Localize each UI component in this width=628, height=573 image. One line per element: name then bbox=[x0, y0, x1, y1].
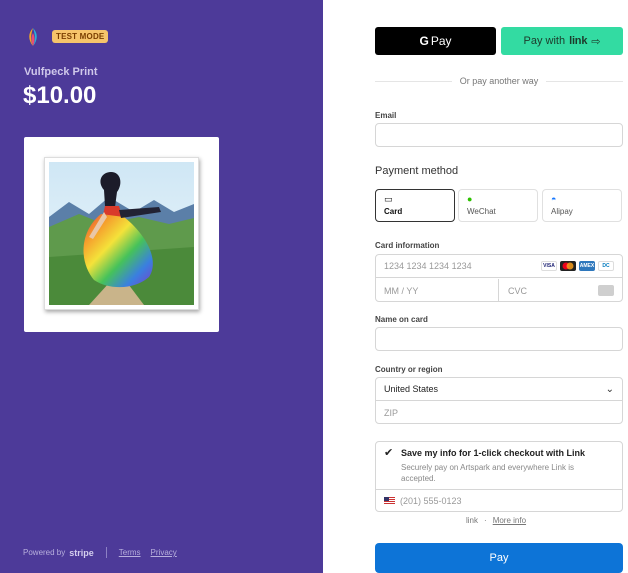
footer-divider bbox=[105, 547, 107, 558]
link-info: link · More info bbox=[466, 516, 526, 525]
product-image bbox=[44, 157, 199, 310]
card-info-label: Card information bbox=[375, 241, 440, 250]
link-logo: link bbox=[466, 516, 479, 525]
link-pay-label: Pay with bbox=[523, 35, 566, 47]
zip-input[interactable]: ZIP bbox=[376, 402, 622, 424]
google-pay-label: Pay bbox=[430, 34, 452, 48]
payment-method-label: Card bbox=[384, 207, 403, 216]
name-on-card-label: Name on card bbox=[375, 315, 428, 324]
payment-method-label: WeChat bbox=[467, 207, 496, 216]
link-brand: link bbox=[569, 35, 588, 47]
card-icon: ▭ bbox=[384, 194, 393, 204]
email-label: Email bbox=[375, 111, 397, 120]
stripe-logo: stripe bbox=[69, 547, 94, 558]
expiry-input[interactable]: MM / YY bbox=[376, 279, 499, 302]
powered-by-text: Powered by bbox=[23, 548, 66, 557]
chevron-down-icon: ⌄ bbox=[605, 384, 614, 395]
save-info-checkbox[interactable]: ✔ bbox=[384, 446, 393, 459]
mastercard-icon bbox=[560, 261, 576, 271]
or-divider: Or pay another way bbox=[375, 76, 623, 86]
merchant-logo-icon bbox=[24, 27, 42, 47]
country-selected: United States bbox=[384, 384, 439, 394]
footer: Powered by stripe Terms Privacy bbox=[23, 547, 183, 558]
phone-placeholder: (201) 555-0123 bbox=[400, 496, 462, 506]
us-flag-icon bbox=[384, 497, 395, 505]
save-info-title: Save my info for 1-click checkout with L… bbox=[401, 448, 586, 458]
test-mode-badge: TEST MODE bbox=[52, 30, 109, 43]
order-summary-panel: TEST MODE Vulfpeck Print $10.00 Powered … bbox=[0, 0, 323, 573]
alipay-icon: ◓ bbox=[551, 194, 557, 204]
payment-method-alipay[interactable]: ◓ Alipay bbox=[542, 189, 622, 222]
amex-icon: AMEX bbox=[579, 261, 595, 271]
wechat-icon: ● bbox=[467, 194, 473, 204]
payment-method-title: Payment method bbox=[375, 165, 459, 177]
google-g-icon: G bbox=[419, 34, 429, 48]
google-pay-button[interactable]: G Pay bbox=[375, 27, 496, 55]
email-field[interactable] bbox=[375, 123, 623, 147]
name-on-card-field[interactable] bbox=[375, 327, 623, 351]
card-brands: VISA AMEX DC bbox=[541, 261, 614, 271]
cvc-input[interactable]: CVC bbox=[500, 279, 622, 302]
payment-method-card[interactable]: ▭ Card bbox=[375, 189, 455, 222]
country-label: Country or region bbox=[375, 365, 443, 374]
phone-input[interactable]: (201) 555-0123 bbox=[376, 489, 622, 512]
product-name: Vulfpeck Print bbox=[24, 66, 98, 78]
product-image-card bbox=[24, 137, 219, 332]
terms-link[interactable]: Terms bbox=[119, 548, 141, 557]
pay-button[interactable]: Pay bbox=[375, 543, 623, 573]
card-info-group: 1234 1234 1234 1234 VISA AMEX DC MM / YY… bbox=[375, 254, 623, 302]
privacy-link[interactable]: Privacy bbox=[151, 548, 177, 557]
country-group: United States ⌄ ZIP bbox=[375, 377, 623, 424]
visa-icon: VISA bbox=[541, 261, 557, 271]
country-select[interactable]: United States ⌄ bbox=[376, 378, 622, 401]
pay-with-link-button[interactable]: Pay with link ⇨ bbox=[501, 27, 623, 55]
cvc-placeholder: CVC bbox=[508, 285, 528, 296]
save-info-description: Securely pay on Artspark and everywhere … bbox=[401, 463, 574, 483]
diners-icon: DC bbox=[598, 261, 614, 271]
link-save-box: ✔ Save my info for 1-click checkout with… bbox=[375, 441, 623, 512]
product-price: $10.00 bbox=[23, 82, 97, 109]
cvc-card-icon bbox=[598, 285, 614, 296]
arrow-right-icon: ⇨ bbox=[591, 35, 601, 48]
payment-method-label: Alipay bbox=[551, 207, 573, 216]
dot-separator: · bbox=[484, 516, 487, 525]
more-info-link[interactable]: More info bbox=[493, 516, 526, 525]
payment-method-wechat[interactable]: ● WeChat bbox=[458, 189, 538, 222]
